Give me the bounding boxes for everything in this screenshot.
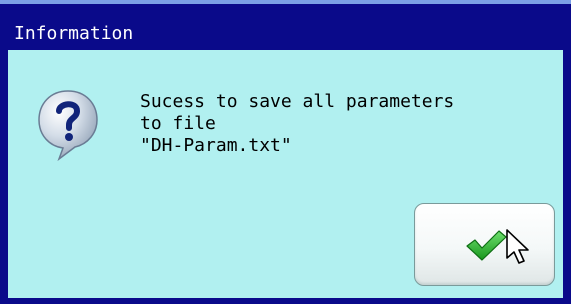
checkmark-icon [466,230,507,261]
ok-button[interactable] [414,203,555,286]
message-line: Sucess to save all parameters [140,91,455,112]
message-line: "DH-Param.txt" [140,135,292,156]
dialog-message: Sucess to save all parameters to file "D… [140,91,540,157]
dialog-title: Information [14,23,134,44]
message-line: to file [140,113,216,134]
dialog-titlebar: Information [0,0,571,50]
question-icon [38,90,98,161]
